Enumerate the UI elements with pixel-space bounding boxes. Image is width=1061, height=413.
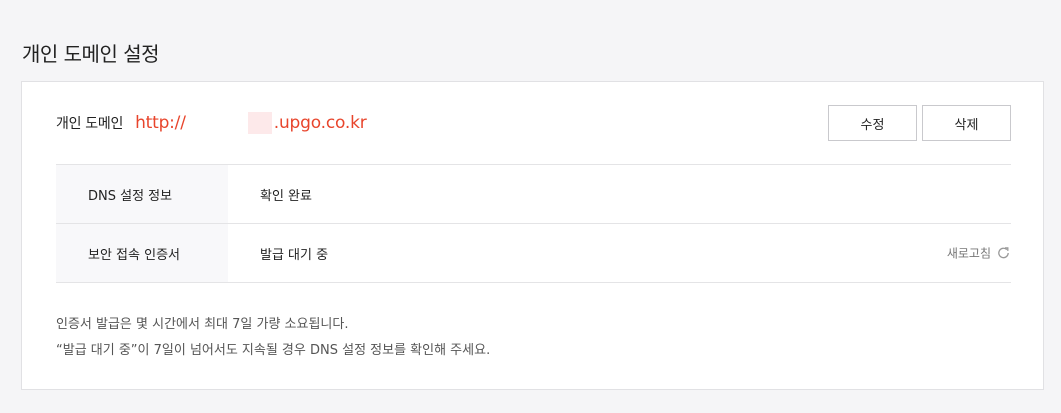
note-line-2: “발급 대기 중”이 7일이 넘어서도 지속될 경우 DNS 설정 정보를 확인…: [56, 343, 491, 358]
domain-url: http:// .upgo.co.kr: [135, 112, 367, 134]
domain-label: 개인 도메인: [56, 116, 124, 132]
notes: 인증서 발급은 몇 시간에서 최대 7일 가량 소요됩니다. “발급 대기 중”…: [56, 312, 490, 364]
delete-button[interactable]: 삭제: [922, 105, 1011, 141]
dns-status-text: 확인 완료: [260, 188, 312, 204]
ssl-certificate-value: 발급 대기 중 새로고침: [228, 224, 1011, 282]
dns-settings-value: 확인 완료: [228, 165, 1011, 223]
table-row-dns: DNS 설정 정보 확인 완료: [56, 165, 1011, 224]
ssl-status-text: 발급 대기 중: [260, 247, 329, 263]
domain-suffix: .upgo.co.kr: [273, 113, 367, 133]
refresh-label: 새로고침: [946, 246, 991, 261]
domain-prefix: http://: [135, 113, 186, 133]
table-row-ssl: 보안 접속 인증서 발급 대기 중 새로고침: [56, 224, 1011, 283]
note-line-1: 인증서 발급은 몇 시간에서 최대 7일 가량 소요됩니다.: [56, 317, 349, 332]
domain-masked-subdomain: [247, 112, 272, 134]
domain-settings-card: 개인 도메인 http:// .upgo.co.kr 수정 삭제 DNS 설정 …: [21, 81, 1044, 390]
edit-button[interactable]: 수정: [828, 105, 917, 141]
refresh-icon: [996, 246, 1011, 261]
dns-settings-key: DNS 설정 정보: [56, 165, 228, 223]
refresh-button[interactable]: 새로고침: [947, 245, 1011, 262]
page-title: 개인 도메인 설정: [22, 42, 160, 66]
domain-info-table: DNS 설정 정보 확인 완료 보안 접속 인증서 발급 대기 중 새로고침: [56, 164, 1011, 283]
ssl-certificate-key: 보안 접속 인증서: [56, 224, 228, 282]
domain-row: 개인 도메인 http:// .upgo.co.kr: [56, 104, 367, 142]
